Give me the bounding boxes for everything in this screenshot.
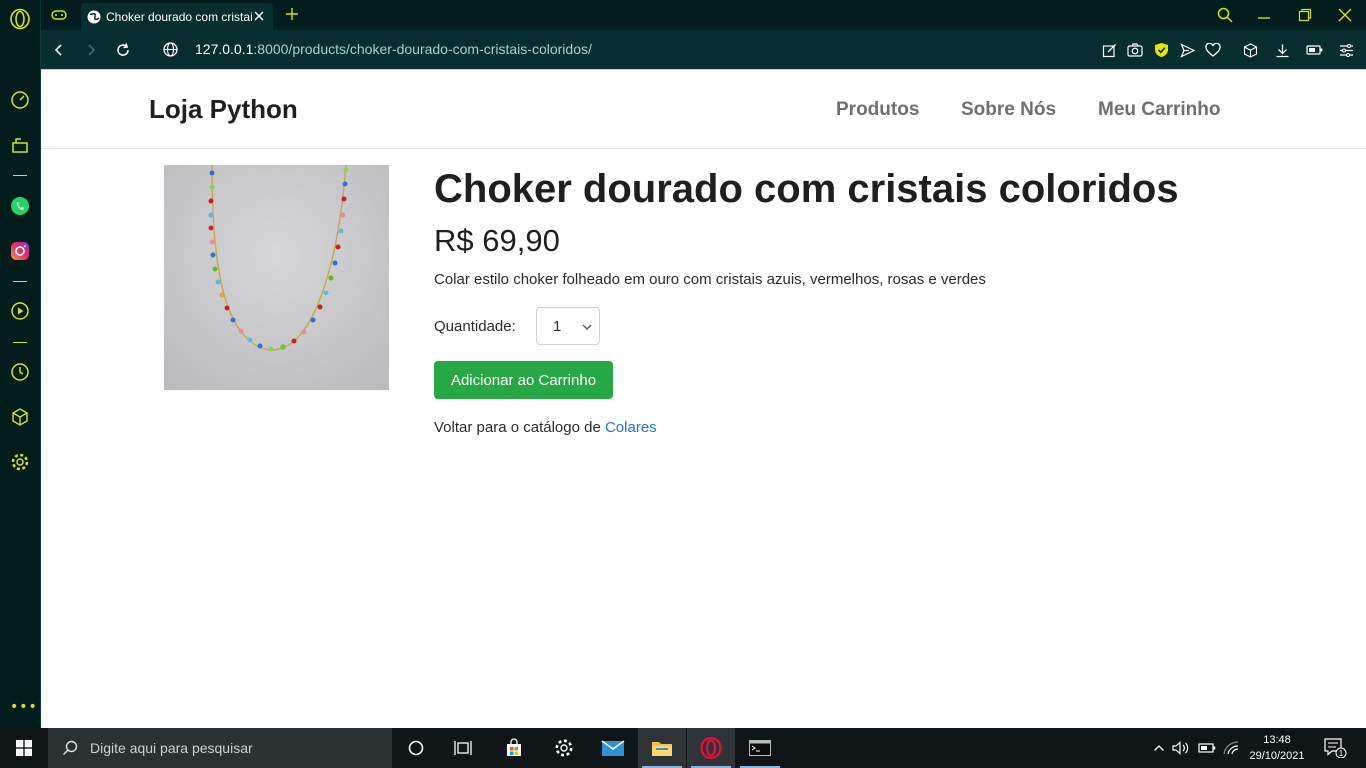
search-tabs-icon[interactable] bbox=[1215, 5, 1235, 25]
globe-favicon-icon bbox=[87, 10, 101, 23]
cortana-icon[interactable] bbox=[392, 728, 440, 768]
whatsapp-icon[interactable] bbox=[8, 194, 32, 218]
mail-icon[interactable] bbox=[589, 728, 637, 768]
minimize-icon[interactable] bbox=[1254, 5, 1274, 25]
product-description: Colar estilo choker folheado em ouro com… bbox=[434, 271, 986, 288]
browser-tab[interactable]: Choker dourado com cristais coloridos bbox=[81, 3, 273, 30]
nav-link-meu-carrinho[interactable]: Meu Carrinho bbox=[1098, 99, 1220, 121]
product-image bbox=[164, 165, 389, 390]
close-window-icon[interactable] bbox=[1335, 5, 1355, 25]
url-host: 127.0.0.1 bbox=[195, 41, 254, 57]
instagram-icon[interactable] bbox=[8, 239, 32, 263]
sidebar-divider bbox=[13, 175, 27, 176]
quantity-value: 1 bbox=[553, 318, 562, 335]
forward-arrow-icon[interactable] bbox=[81, 40, 101, 60]
search-placeholder: Digite aqui para pesquisar bbox=[90, 740, 253, 756]
extensions-cube-icon[interactable] bbox=[1241, 41, 1259, 59]
web-page: Loja Python Produtos Sobre Nós Meu Carri… bbox=[41, 70, 1366, 728]
reload-icon[interactable] bbox=[113, 40, 133, 60]
product-price: R$ 69,90 bbox=[434, 223, 560, 258]
clock-date: 29/10/2021 bbox=[1249, 750, 1305, 762]
quantity-label: Quantidade: bbox=[434, 318, 516, 335]
snapshot-edit-icon[interactable] bbox=[1100, 41, 1118, 59]
search-icon bbox=[62, 740, 78, 756]
chevron-up-icon[interactable] bbox=[1150, 739, 1168, 757]
camera-icon[interactable] bbox=[1126, 41, 1144, 59]
address-bar: 127.0.0.1:8000/products/choker-dourado-c… bbox=[41, 30, 1366, 70]
battery-icon[interactable] bbox=[1198, 739, 1216, 757]
tab-title: Choker dourado com cristais coloridos bbox=[106, 9, 252, 24]
nav-link-produtos[interactable]: Produtos bbox=[836, 99, 919, 121]
gx-control-icon[interactable] bbox=[8, 133, 32, 157]
browser-sidebar: ••• bbox=[0, 0, 41, 728]
catalog-link-colares[interactable]: Colares bbox=[605, 419, 657, 436]
task-view-icon[interactable] bbox=[440, 728, 488, 768]
notification-count: 1 bbox=[1339, 749, 1344, 758]
send-flow-icon[interactable] bbox=[1178, 41, 1196, 59]
url-path: :8000/products/choker-dourado-com-crista… bbox=[253, 41, 592, 57]
notification-center-icon[interactable]: 1 bbox=[1323, 738, 1347, 758]
settings-gear-taskbar-icon[interactable] bbox=[540, 728, 588, 768]
necklace-image-icon bbox=[164, 165, 389, 390]
extensions-icon[interactable] bbox=[8, 405, 32, 429]
new-tab-icon[interactable] bbox=[283, 5, 301, 23]
terminal-icon[interactable] bbox=[736, 728, 784, 768]
back-to-catalog: Voltar para o catálogo de Colares bbox=[434, 419, 657, 436]
heart-bookmark-icon[interactable] bbox=[1204, 41, 1222, 59]
battery-saver-icon[interactable] bbox=[1305, 41, 1323, 59]
windows-taskbar: Digite aqui para pesquisar 13:48 29/10/2… bbox=[0, 728, 1366, 768]
settings-gear-icon[interactable] bbox=[8, 450, 32, 474]
sidebar-divider bbox=[13, 281, 27, 282]
volume-icon[interactable] bbox=[1172, 739, 1190, 757]
add-to-cart-button[interactable]: Adicionar ao Carrinho bbox=[434, 361, 613, 399]
microsoft-store-icon[interactable] bbox=[490, 728, 538, 768]
nav-link-sobre-nos[interactable]: Sobre Nós bbox=[961, 99, 1056, 121]
history-icon[interactable] bbox=[8, 360, 32, 384]
chevron-down-icon bbox=[582, 324, 592, 330]
clock-time: 13:48 bbox=[1263, 734, 1291, 746]
player-icon[interactable] bbox=[8, 299, 32, 323]
opera-gx-taskbar-icon[interactable] bbox=[687, 728, 735, 768]
tab-close-icon[interactable] bbox=[251, 8, 267, 24]
gamepad-icon[interactable] bbox=[49, 5, 69, 25]
back-to-catalog-text: Voltar para o catálogo de bbox=[434, 419, 605, 436]
quantity-select[interactable]: 1 bbox=[536, 307, 600, 345]
taskbar-search-field[interactable]: Digite aqui para pesquisar bbox=[48, 728, 392, 768]
url-field[interactable]: 127.0.0.1:8000/products/choker-dourado-c… bbox=[195, 41, 592, 57]
wifi-icon[interactable] bbox=[1222, 739, 1240, 757]
vpn-shield-icon[interactable] bbox=[1152, 41, 1170, 59]
file-explorer-icon[interactable] bbox=[638, 728, 686, 768]
taskbar-clock[interactable]: 13:48 29/10/2021 bbox=[1242, 732, 1312, 764]
opera-logo-icon[interactable] bbox=[8, 7, 32, 31]
site-brand[interactable]: Loja Python bbox=[149, 94, 298, 125]
sidebar-divider bbox=[13, 342, 27, 343]
easy-setup-icon[interactable] bbox=[1337, 41, 1355, 59]
site-header: Loja Python Produtos Sobre Nós Meu Carri… bbox=[41, 70, 1366, 149]
product-title: Choker dourado com cristais coloridos bbox=[434, 167, 1179, 211]
tab-strip: Choker dourado com cristais coloridos bbox=[41, 0, 1366, 30]
download-icon[interactable] bbox=[1273, 41, 1291, 59]
restore-icon[interactable] bbox=[1295, 5, 1315, 25]
start-windows-icon[interactable] bbox=[0, 728, 48, 768]
back-arrow-icon[interactable] bbox=[49, 40, 69, 60]
site-info-globe-icon[interactable] bbox=[162, 41, 178, 57]
more-options-icon[interactable]: ••• bbox=[10, 700, 38, 714]
speed-dial-icon[interactable] bbox=[8, 88, 32, 112]
